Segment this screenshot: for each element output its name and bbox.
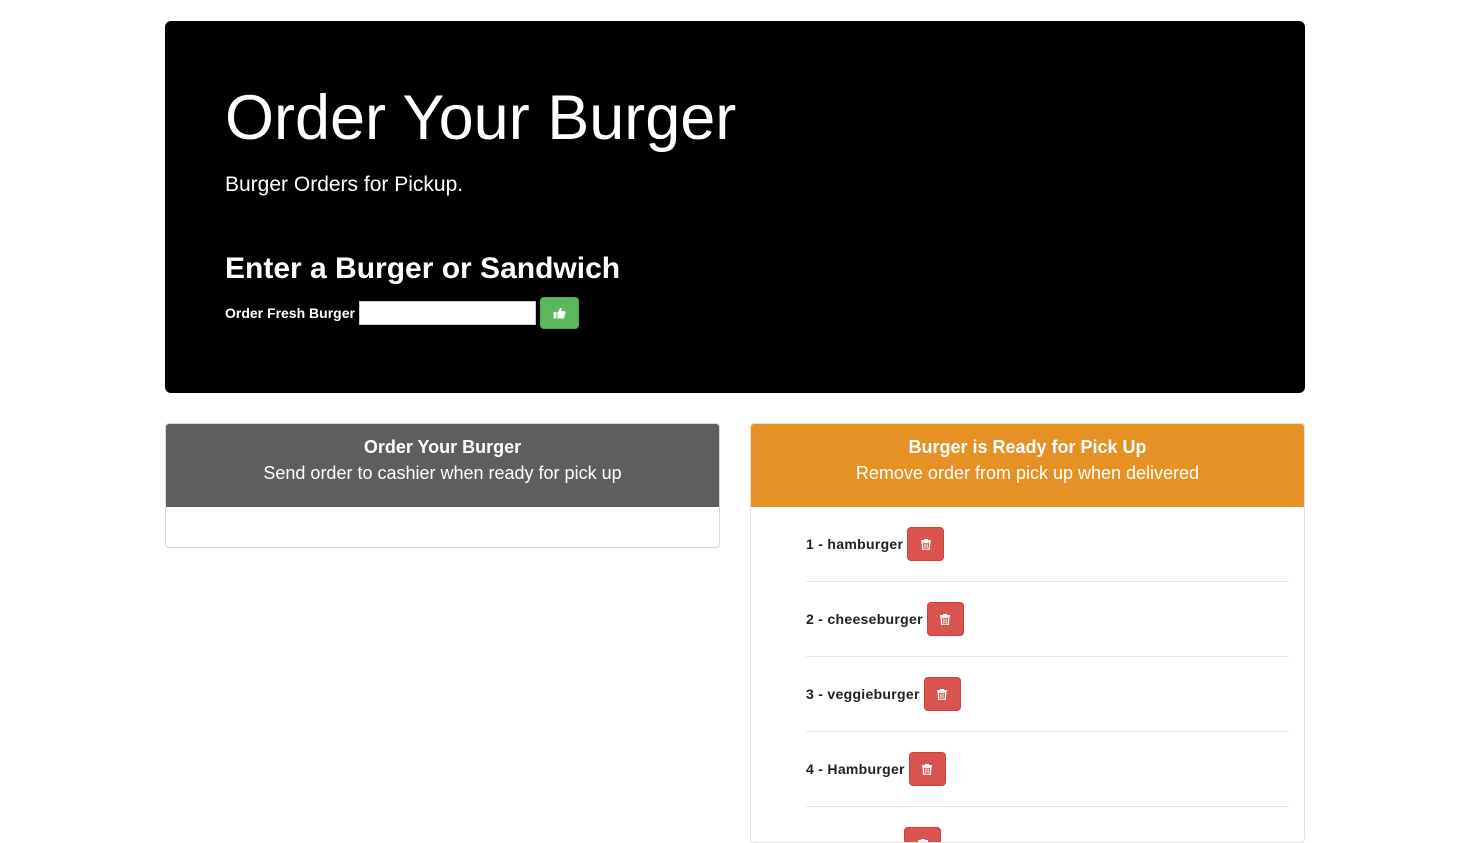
submit-order-button[interactable] [540, 297, 579, 329]
trash-icon [922, 764, 932, 775]
delete-order-button[interactable] [909, 752, 946, 786]
order-form: Order Fresh Burger [225, 297, 579, 329]
delete-order-button[interactable] [927, 602, 964, 636]
thumbs-up-icon [553, 307, 566, 319]
ready-orders-panel: Burger is Ready for Pick Up Remove order… [750, 423, 1305, 843]
trash-icon [937, 689, 947, 700]
pending-orders-heading: Order Your Burger Send order to cashier … [166, 424, 719, 507]
list-item: 4 - Hamburger [806, 732, 1289, 807]
pending-orders-panel: Order Your Burger Send order to cashier … [165, 423, 720, 548]
burger-name-input[interactable] [359, 301, 536, 325]
page-title: Order Your Burger [225, 87, 736, 150]
delete-order-button[interactable] [924, 677, 961, 711]
list-item: 3 - veggieburger [806, 657, 1289, 732]
trash-icon [918, 839, 928, 843]
pending-panel-subtitle: Send order to cashier when ready for pic… [166, 463, 719, 483]
page-subtitle: Burger Orders for Pickup. [225, 172, 463, 197]
order-label: 2 - cheeseburger [806, 611, 923, 627]
list-item: 1 - hamburger [806, 507, 1289, 582]
order-label: Order Fresh Burger [225, 305, 355, 321]
jumbotron: Order Your Burger Burger Orders for Pick… [165, 21, 1305, 393]
order-label: 1 - hamburger [806, 536, 903, 552]
order-label: 3 - veggieburger [806, 686, 920, 702]
order-label: 4 - Hamburger [806, 761, 905, 777]
trash-icon [921, 539, 931, 550]
form-heading: Enter a Burger or Sandwich [225, 252, 620, 285]
ready-panel-title: Burger is Ready for Pick Up [751, 437, 1304, 457]
ready-panel-subtitle: Remove order from pick up when delivered [751, 463, 1304, 483]
list-item [806, 807, 1289, 843]
list-item: 2 - cheeseburger [806, 582, 1289, 657]
delete-order-button[interactable] [907, 527, 944, 561]
pending-panel-title: Order Your Burger [166, 437, 719, 457]
delete-order-button[interactable] [904, 827, 941, 843]
ready-orders-heading: Burger is Ready for Pick Up Remove order… [751, 424, 1304, 507]
ready-orders-list: 1 - hamburger 2 - cheeseburger 3 - veggi… [806, 507, 1289, 843]
trash-icon [940, 614, 950, 625]
